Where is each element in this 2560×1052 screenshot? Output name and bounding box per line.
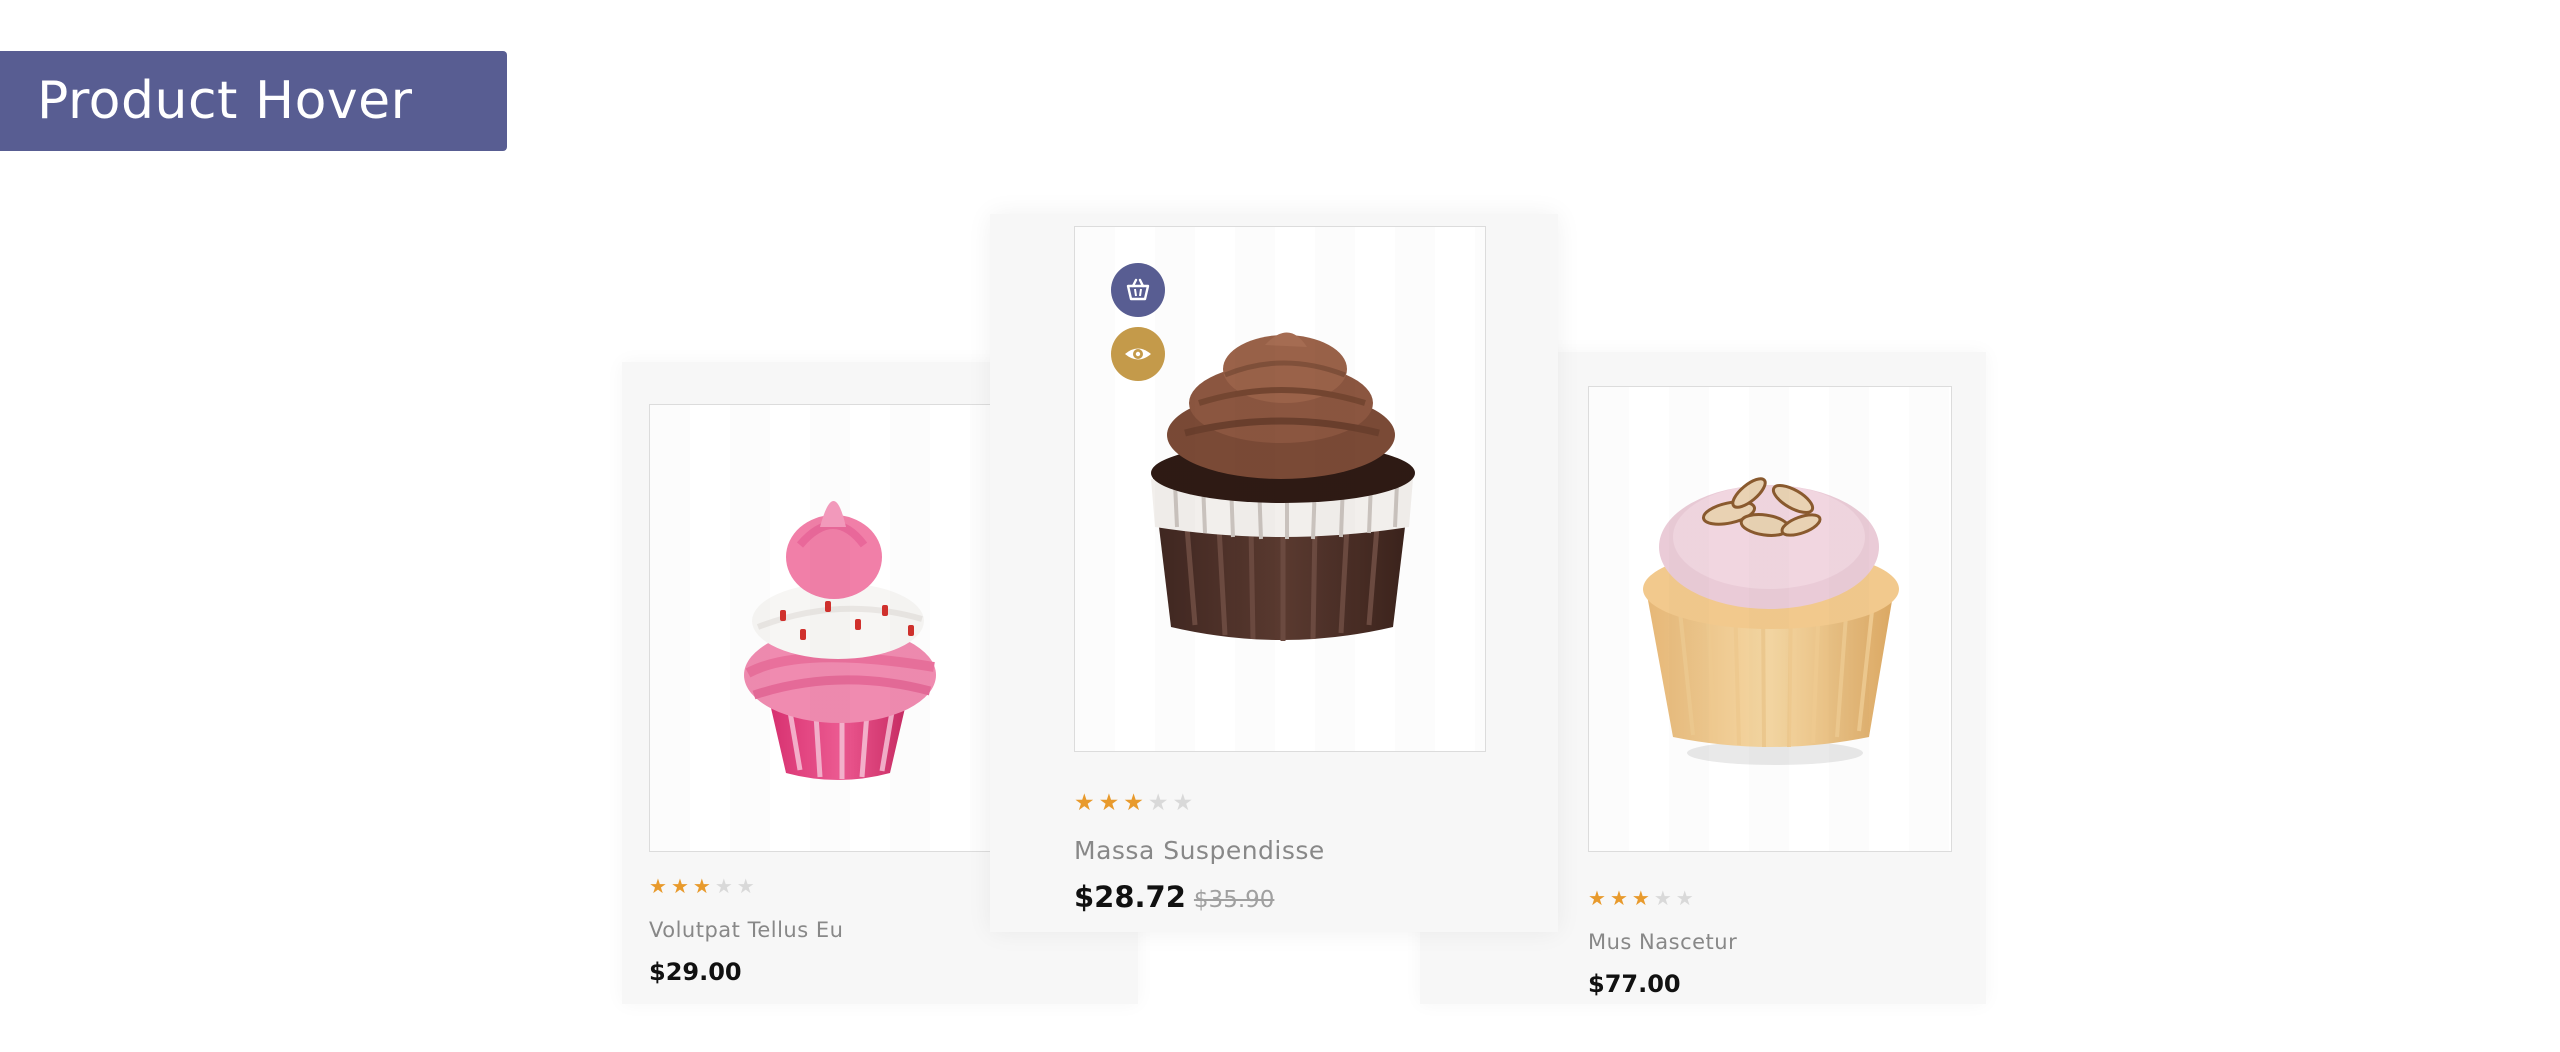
star-icon: ★ [1074,790,1095,816]
star-icon: ★ [649,874,667,898]
star-icon: ★ [1631,886,1650,910]
product-price-3: $77.00 [1588,970,1681,998]
star-icon: ★ [1123,790,1144,816]
star-icon: ★ [1172,790,1194,816]
product-image-3[interactable] [1588,386,1952,852]
star-icon: ★ [1675,886,1694,910]
product-name-1[interactable]: Volutpat Tellus Eu [649,918,843,942]
star-icon: ★ [1588,886,1606,910]
product-price-1: $29.00 [649,958,742,986]
rating-stars-3: ★ ★ ★ ★ ★ [1588,888,1694,908]
star-icon: ★ [1147,790,1169,816]
eye-icon [1125,348,1151,360]
star-icon: ★ [670,874,689,898]
section-title-banner: Product Hover [0,51,507,151]
section-title: Product Hover [37,71,413,131]
star-icon: ★ [1653,886,1672,910]
current-price: $28.72 [1074,880,1186,914]
quick-view-button[interactable] [1111,327,1165,381]
rating-stars-1: ★ ★ ★ ★ ★ [649,876,755,896]
product-card-2[interactable]: ★ ★ ★ ★ ★ Massa Suspendisse $28.72 $35.90 [990,214,1558,932]
product-name-2[interactable]: Massa Suspendisse [1074,836,1325,865]
star-icon: ★ [736,874,755,898]
basket-icon [1126,278,1150,301]
add-to-cart-button[interactable] [1111,263,1165,317]
product-price-2: $28.72 $35.90 [1074,880,1274,914]
star-icon: ★ [714,874,733,898]
star-icon: ★ [1609,886,1628,910]
rating-stars-2: ★ ★ ★ ★ ★ [1074,792,1193,815]
star-icon: ★ [692,874,711,898]
product-image-1[interactable] [649,404,1029,852]
old-price: $35.90 [1193,887,1275,913]
star-icon: ★ [1098,790,1120,816]
product-image-2[interactable] [1074,226,1486,752]
product-name-3[interactable]: Mus Nascetur [1588,930,1737,954]
